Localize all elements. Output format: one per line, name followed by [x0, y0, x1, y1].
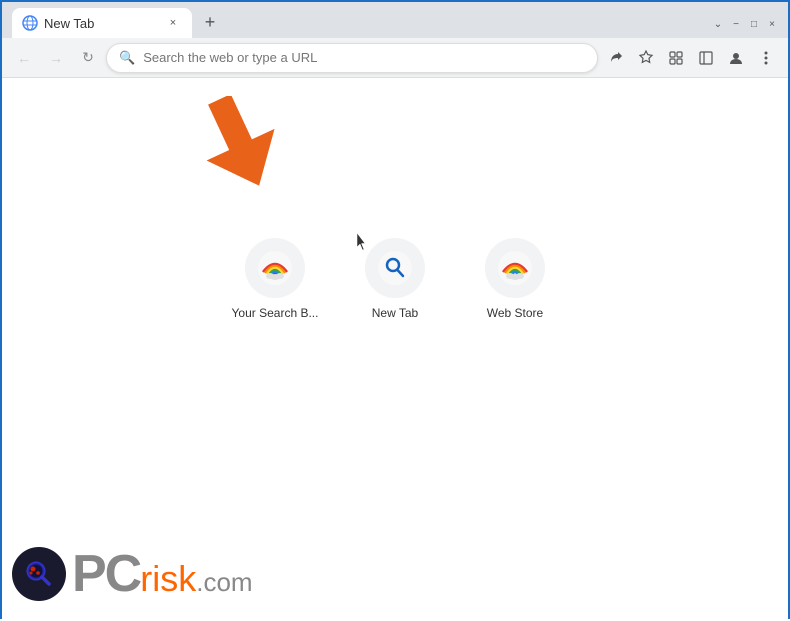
- minimize-button[interactable]: −: [728, 16, 744, 32]
- share-button[interactable]: [602, 44, 630, 72]
- tab-close-button[interactable]: ×: [164, 14, 182, 32]
- reload-button[interactable]: ↻: [74, 44, 102, 72]
- new-tab-button[interactable]: +: [196, 8, 224, 36]
- star-icon: [638, 50, 654, 66]
- your-search-icon: [245, 238, 305, 298]
- more-menu-icon: [758, 50, 774, 66]
- tab-title: New Tab: [44, 16, 94, 31]
- sidebar-button[interactable]: [692, 44, 720, 72]
- shortcut-new-tab[interactable]: New Tab: [350, 238, 440, 320]
- rainbow-icon-2: [497, 250, 533, 286]
- pc-text: PC: [72, 548, 140, 600]
- risk-text: risk: [140, 561, 196, 597]
- address-search-icon: 🔍: [119, 50, 135, 66]
- rainbow-icon-1: [257, 250, 293, 286]
- web-store-icon: [485, 238, 545, 298]
- puzzle-icon: [668, 50, 684, 66]
- search-icon: [377, 250, 413, 286]
- title-bar: New Tab × + ⌄ − □ ×: [2, 2, 788, 38]
- com-text: .com: [196, 569, 252, 595]
- pcrisk-logo: [12, 547, 66, 601]
- toolbar: ← → ↻ 🔍: [2, 38, 788, 78]
- extensions-button[interactable]: [662, 44, 690, 72]
- active-tab[interactable]: New Tab ×: [12, 8, 192, 38]
- orange-arrow: [197, 96, 277, 186]
- new-tab-shortcut-icon: [365, 238, 425, 298]
- toolbar-actions: [602, 44, 780, 72]
- url-input[interactable]: [143, 50, 585, 65]
- share-icon: [608, 50, 624, 66]
- sidebar-icon: [698, 50, 714, 66]
- shortcut-your-search[interactable]: Your Search B...: [230, 238, 320, 320]
- new-tab-label: New Tab: [372, 306, 418, 320]
- maximize-button[interactable]: □: [746, 16, 762, 32]
- pcrisk-watermark: PCrisk.com: [12, 547, 253, 601]
- profile-icon: [728, 50, 744, 66]
- forward-button[interactable]: →: [42, 44, 70, 72]
- main-content: Your Search B... New Tab: [2, 78, 788, 621]
- close-button[interactable]: ×: [764, 16, 780, 32]
- back-button[interactable]: ←: [10, 44, 38, 72]
- window-controls: ⌄ − □ ×: [710, 16, 788, 38]
- tab-area: New Tab × +: [2, 2, 224, 38]
- tab-favicon: [22, 15, 38, 31]
- shortcut-web-store[interactable]: Web Store: [470, 238, 560, 320]
- your-search-label: Your Search B...: [232, 306, 319, 320]
- address-bar[interactable]: 🔍: [106, 43, 598, 73]
- bookmark-button[interactable]: [632, 44, 660, 72]
- shortcuts-row: Your Search B... New Tab: [230, 238, 560, 320]
- profile-button[interactable]: [722, 44, 750, 72]
- web-store-label: Web Store: [487, 306, 543, 320]
- menu-button[interactable]: [752, 44, 780, 72]
- chevron-down-icon[interactable]: ⌄: [710, 16, 726, 32]
